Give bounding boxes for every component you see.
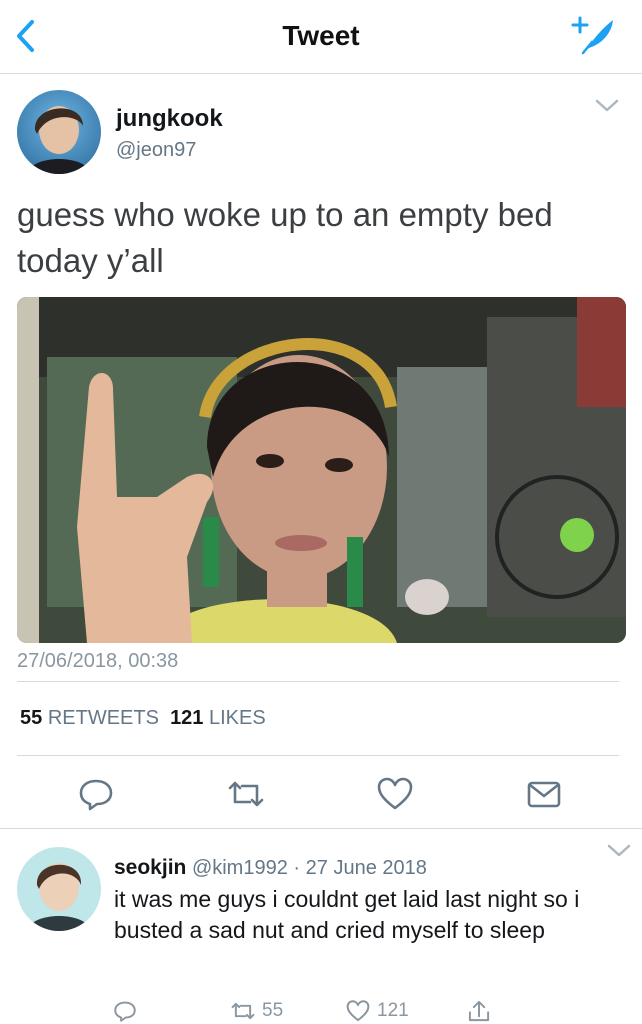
like-icon [346, 1000, 370, 1022]
author-handle[interactable]: @jeon97 [116, 139, 196, 162]
compose-tweet-icon[interactable] [568, 12, 618, 58]
reply-author-name[interactable]: seokjin [114, 856, 186, 879]
reply-retweet-button[interactable]: 55 [230, 998, 283, 1024]
separator-dot: · [293, 857, 301, 879]
retweet-count[interactable]: 55 [20, 707, 42, 729]
share-icon [468, 1000, 490, 1022]
divider [17, 681, 619, 682]
reply-like-count: 121 [377, 1000, 409, 1021]
reply-header: seokjin @kim1992 · 27 June 2018 [114, 856, 427, 880]
top-navigation-bar: Tweet [0, 0, 642, 74]
retweet-icon [231, 1002, 255, 1020]
chevron-down-icon[interactable] [606, 843, 632, 859]
tweet-stats: 55 RETWEETS 121 LIKES [20, 707, 266, 730]
page-title: Tweet [282, 20, 360, 51]
reply-author-handle[interactable]: @kim1992 [192, 857, 288, 879]
chevron-down-icon[interactable] [594, 98, 620, 114]
reply-share-button[interactable] [466, 998, 492, 1024]
author-avatar[interactable] [17, 90, 101, 174]
retweet-icon[interactable] [226, 774, 266, 814]
tweet-photo[interactable] [17, 297, 626, 643]
reply-icon [114, 1001, 136, 1022]
author-name[interactable]: jungkook [116, 105, 223, 133]
section-divider [0, 828, 642, 829]
reply-icon[interactable] [76, 774, 116, 814]
tweet-text: guess who woke up to an empty bed today … [17, 196, 553, 279]
reply-author-avatar[interactable] [17, 847, 101, 931]
like-count[interactable]: 121 [170, 707, 203, 729]
retweet-label[interactable]: RETWEETS [48, 707, 159, 729]
like-icon[interactable] [375, 774, 415, 814]
reply-date: 27 June 2018 [305, 857, 427, 879]
reply-text: it was me guys i couldnt get laid last n… [114, 886, 580, 943]
tweet-timestamp: 27/06/2018, 00:38 [17, 650, 179, 672]
like-label[interactable]: LIKES [209, 707, 266, 729]
divider [17, 755, 619, 756]
share-mail-icon[interactable] [524, 774, 564, 814]
reply-reply-button[interactable] [112, 998, 138, 1024]
reply-retweet-count: 55 [262, 1000, 284, 1021]
reply-like-button[interactable]: 121 [345, 998, 409, 1024]
